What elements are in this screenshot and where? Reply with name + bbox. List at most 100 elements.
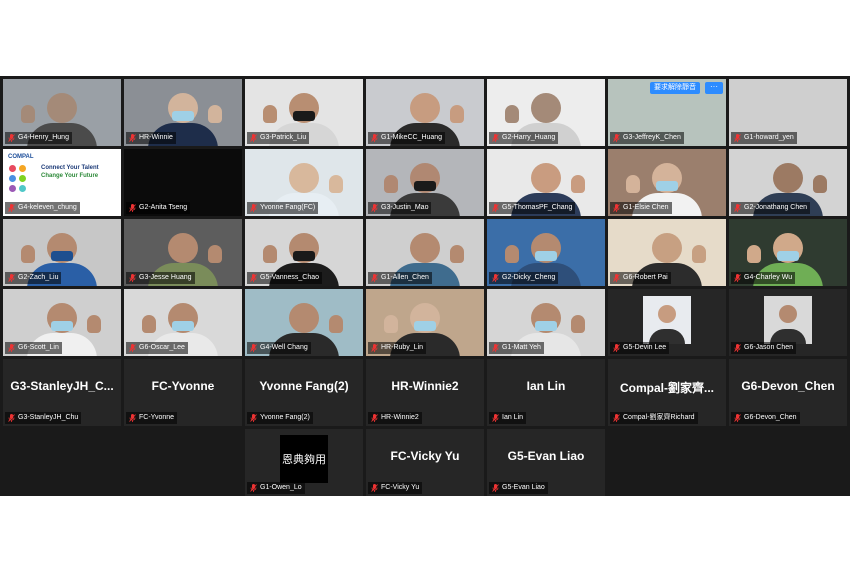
participant-face bbox=[773, 163, 803, 193]
participant-name: G4-Well Chang bbox=[260, 344, 308, 351]
muted-mic-icon bbox=[492, 344, 499, 352]
participant-tile[interactable]: G2-Jonathang Chen bbox=[729, 149, 847, 216]
participant-tile[interactable]: G3-StanleyJH_C... G3-StanleyJH_Chu bbox=[3, 359, 121, 426]
participant-name-label: G1-Owen_Lo bbox=[247, 482, 305, 494]
participant-tile[interactable]: 恩典夠用 G1-Owen_Lo bbox=[245, 429, 363, 496]
muted-mic-icon bbox=[129, 204, 136, 212]
participant-tile[interactable]: G4-Henry_Hung bbox=[3, 79, 121, 146]
participant-tile[interactable]: G3-Justin_Mao bbox=[366, 149, 484, 216]
participant-tile[interactable]: 要求解除靜音 ··· G3-JeffreyK_Chen bbox=[608, 79, 726, 146]
participant-name: G3-Justin_Mao bbox=[381, 204, 429, 211]
face-mask bbox=[535, 321, 557, 331]
participant-tile[interactable]: G1-MikeCC_Huang bbox=[366, 79, 484, 146]
participant-name-label: G1-Allen_Chen bbox=[368, 272, 432, 284]
muted-mic-icon bbox=[371, 414, 378, 422]
face-mask bbox=[777, 251, 799, 261]
participant-name: G6-Jason Chen bbox=[744, 344, 794, 351]
participant-name-label: Ian Lin bbox=[489, 412, 527, 424]
participant-tile[interactable]: G6-Robert Pai bbox=[608, 219, 726, 286]
participant-name-label: G3-Jesse Huang bbox=[126, 272, 195, 284]
participant-face bbox=[410, 233, 440, 263]
participant-name: Compal-劉家齊Richard bbox=[623, 414, 695, 421]
participant-tile[interactable]: Ian Lin Ian Lin bbox=[487, 359, 605, 426]
muted-mic-icon bbox=[250, 484, 257, 492]
muted-mic-icon bbox=[8, 274, 15, 282]
participant-tile[interactable]: FC-Yvonne FC-Yvonne bbox=[124, 359, 242, 426]
waving-hand bbox=[21, 105, 35, 123]
participant-tile[interactable]: G2-Zach_Liu bbox=[3, 219, 121, 286]
participant-name: G5-Devin Lee bbox=[623, 344, 667, 351]
participant-name-label: G2-Dicky_Cheng bbox=[489, 272, 559, 284]
participant-tile[interactable]: G2-Harry_Huang bbox=[487, 79, 605, 146]
video-gallery: G4-Henry_Hung HR-Winnie G3-Patrick_Liu G1-M… bbox=[0, 76, 850, 496]
participant-name: Yvonne Fang(2) bbox=[260, 414, 310, 421]
participant-tile[interactable]: G4-Well Chang bbox=[245, 289, 363, 356]
participant-name-label: G1-MikeCC_Huang bbox=[368, 132, 446, 144]
waving-hand bbox=[384, 315, 398, 333]
muted-mic-icon bbox=[613, 344, 620, 352]
participant-tile[interactable]: Compal-劉家齊... Compal-劉家齊Richard bbox=[608, 359, 726, 426]
participant-tile[interactable]: G6-Devon_Chen G6-Devon_Chen bbox=[729, 359, 847, 426]
participant-face bbox=[289, 303, 319, 333]
participant-tile[interactable]: G6-Jason Chen bbox=[729, 289, 847, 356]
more-options-button[interactable]: ··· bbox=[705, 82, 723, 94]
participant-tile[interactable]: G2-Anita Tseng bbox=[124, 149, 242, 216]
participant-tile[interactable]: G1-Allen_Chen bbox=[366, 219, 484, 286]
participant-tile[interactable]: G5-Devin Lee bbox=[608, 289, 726, 356]
muted-mic-icon bbox=[371, 134, 378, 142]
participant-tile[interactable]: G6-Scott_Lin bbox=[3, 289, 121, 356]
participant-name: G4-Henry_Hung bbox=[18, 134, 69, 141]
participant-name: G5-Vanness_Chao bbox=[260, 274, 320, 281]
waving-hand bbox=[329, 175, 343, 193]
participant-name: G2-Anita Tseng bbox=[139, 204, 188, 211]
face-mask bbox=[51, 251, 73, 261]
participant-tile[interactable]: G6-Oscar_Lee bbox=[124, 289, 242, 356]
participant-tile[interactable]: HR-Winnie bbox=[124, 79, 242, 146]
face-mask bbox=[51, 321, 73, 331]
slide-icon bbox=[19, 165, 26, 172]
participant-tile[interactable]: G1-howard_yen bbox=[729, 79, 847, 146]
participant-name: G6-Devon_Chen bbox=[744, 414, 797, 421]
participant-tile[interactable]: Yvonne Fang(2) Yvonne Fang(2) bbox=[245, 359, 363, 426]
muted-mic-icon bbox=[371, 204, 378, 212]
muted-mic-icon bbox=[8, 414, 15, 422]
waving-hand bbox=[692, 245, 706, 263]
participant-name: G3-StanleyJH_Chu bbox=[18, 414, 79, 421]
participant-name-label: G4-keleven_chung bbox=[5, 202, 80, 214]
participant-name-label: G6-Oscar_Lee bbox=[126, 342, 188, 354]
muted-mic-icon bbox=[492, 484, 499, 492]
participant-tile[interactable]: G1-Matt Yeh bbox=[487, 289, 605, 356]
participant-tile[interactable]: HR-Winnie2 HR-Winnie2 bbox=[366, 359, 484, 426]
participant-tile[interactable]: G5-ThomasPF_Chang bbox=[487, 149, 605, 216]
participant-tile[interactable]: G3-Patrick_Liu bbox=[245, 79, 363, 146]
participant-tile[interactable]: G4-Charley Wu bbox=[729, 219, 847, 286]
participant-name: G5-Evan Liao bbox=[502, 484, 545, 491]
participant-tile[interactable]: COMPAL Connect Your Talent Change Your Fut… bbox=[3, 149, 121, 216]
participant-name: G3-Jesse Huang bbox=[139, 274, 192, 281]
muted-mic-icon bbox=[129, 414, 136, 422]
participant-name-label: G6-Scott_Lin bbox=[5, 342, 62, 354]
participant-name-label: G4-Charley Wu bbox=[731, 272, 796, 284]
muted-mic-icon bbox=[129, 344, 136, 352]
slide-brand: COMPAL bbox=[8, 154, 34, 160]
participant-tile[interactable]: G1-Elsie Chen bbox=[608, 149, 726, 216]
waving-hand bbox=[142, 315, 156, 333]
ask-to-unmute-button[interactable]: 要求解除靜音 bbox=[650, 82, 700, 94]
calligraphy-profile-picture: 恩典夠用 bbox=[280, 435, 328, 483]
participant-tile[interactable]: G5-Evan Liao G5-Evan Liao bbox=[487, 429, 605, 496]
waving-hand bbox=[329, 315, 343, 333]
face-mask bbox=[535, 251, 557, 261]
participant-tile[interactable]: G3-Jesse Huang bbox=[124, 219, 242, 286]
participant-tile[interactable]: Yvonne Fang(FC) bbox=[245, 149, 363, 216]
participant-name: G1-howard_yen bbox=[744, 134, 794, 141]
participant-tile[interactable]: G2-Dicky_Cheng bbox=[487, 219, 605, 286]
participant-tile[interactable]: FC-Vicky Yu FC-Vicky Yu bbox=[366, 429, 484, 496]
participant-tile[interactable]: G5-Vanness_Chao bbox=[245, 219, 363, 286]
waving-hand bbox=[384, 175, 398, 193]
profile-face bbox=[658, 305, 676, 323]
participant-tile[interactable]: HR-Ruby_Lin bbox=[366, 289, 484, 356]
participant-display-name: Compal-劉家齊... bbox=[619, 381, 714, 395]
participant-display-name: FC-Vicky Yu bbox=[390, 449, 460, 463]
muted-mic-icon bbox=[8, 134, 15, 142]
participant-name: G6-Oscar_Lee bbox=[139, 344, 185, 351]
